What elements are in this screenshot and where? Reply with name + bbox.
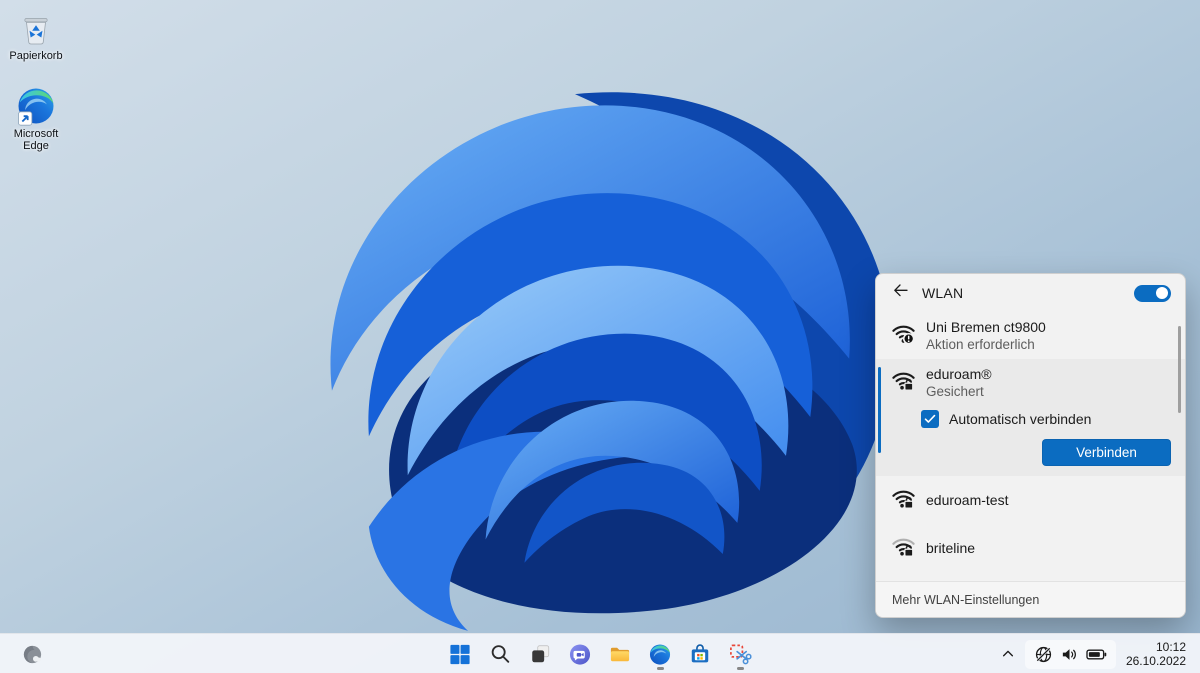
auto-connect-label: Automatisch verbinden: [949, 411, 1091, 427]
start-button[interactable]: [442, 636, 479, 672]
show-hidden-icons-button[interactable]: [995, 639, 1021, 669]
wifi-warning-icon: [890, 320, 917, 352]
wifi-network-item[interactable]: eduroam-test: [876, 476, 1185, 524]
weather-moon-cloud-icon: [21, 643, 44, 666]
snipping-tool-icon: [729, 643, 752, 666]
wlan-panel-title: WLAN: [922, 285, 963, 301]
system-tray-network-volume-battery[interactable]: [1025, 640, 1116, 669]
windows-logo-icon: [449, 643, 472, 666]
volume-icon: [1060, 645, 1079, 664]
task-view-button[interactable]: [522, 636, 559, 672]
clock-time: 10:12: [1126, 640, 1186, 654]
file-explorer-icon: [609, 643, 632, 666]
network-ssid: Uni Bremen ct9800: [926, 319, 1046, 336]
desktop-icon-label: Microsoft Edge: [4, 128, 68, 152]
auto-connect-row[interactable]: Automatisch verbinden: [921, 410, 1171, 428]
desktop-icon-microsoft-edge[interactable]: Microsoft Edge: [4, 86, 68, 152]
network-status: Aktion erforderlich: [926, 336, 1046, 353]
network-ssid: briteline: [926, 540, 975, 557]
clock-date: 26.10.2022: [1126, 654, 1186, 668]
panel-scrollbar[interactable]: [1178, 326, 1181, 413]
chevron-up-icon: [1001, 647, 1015, 661]
battery-icon: [1086, 645, 1107, 664]
snipping-tool-button[interactable]: [722, 636, 759, 672]
network-ssid: eduroam-test: [926, 492, 1008, 509]
open-app-indicator: [657, 667, 664, 670]
wifi-lock-icon: [890, 533, 917, 565]
wifi-toggle-knob: [1156, 287, 1168, 299]
wifi-lock-icon: [890, 367, 917, 399]
widgets-weather-button[interactable]: [14, 636, 51, 672]
selection-accent-bar: [878, 367, 881, 453]
recycle-bin-icon: [16, 8, 56, 48]
search-button[interactable]: [482, 636, 519, 672]
search-icon: [489, 643, 511, 665]
wlan-panel-header: WLAN: [876, 274, 1185, 312]
edge-logo-icon: [16, 86, 56, 126]
auto-connect-checkbox[interactable]: [921, 410, 939, 428]
desktop-icon-label: Papierkorb: [9, 50, 62, 62]
edge-icon: [649, 643, 672, 666]
wifi-toggle[interactable]: [1134, 285, 1171, 302]
task-view-icon: [529, 643, 551, 665]
taskbar: 10:12 26.10.2022: [0, 633, 1200, 673]
wifi-network-item[interactable]: Uni Bremen ct9800 Aktion erforderlich: [876, 312, 1185, 359]
globe-no-internet-icon: [1034, 645, 1053, 664]
wifi-lock-icon: [890, 485, 917, 517]
taskbar-clock[interactable]: 10:12 26.10.2022: [1120, 640, 1196, 668]
wifi-network-item[interactable]: briteline: [876, 524, 1185, 572]
open-app-indicator: [737, 667, 744, 670]
more-wlan-settings-link[interactable]: Mehr WLAN-Einstellungen: [876, 581, 1185, 617]
file-explorer-button[interactable]: [602, 636, 639, 672]
desktop: { "desktop": { "icons": [ { "label": "Pa…: [0, 0, 1200, 673]
wlan-flyout-panel: WLAN Uni Bremen ct9800 Aktion erforderli…: [875, 273, 1186, 618]
chat-button[interactable]: [562, 636, 599, 672]
store-button[interactable]: [682, 636, 719, 672]
wallpaper-bloom: [225, 10, 925, 645]
desktop-icon-recycle-bin[interactable]: Papierkorb: [4, 8, 68, 62]
network-ssid: eduroam®: [926, 366, 992, 383]
network-status: Gesichert: [926, 383, 992, 400]
chat-icon: [569, 643, 592, 666]
store-icon: [689, 643, 712, 666]
back-arrow-icon[interactable]: [893, 284, 909, 302]
edge-button[interactable]: [642, 636, 679, 672]
connect-button[interactable]: Verbinden: [1042, 439, 1171, 466]
wifi-network-item-selected[interactable]: eduroam® Gesichert Automatisch verbinden…: [876, 359, 1185, 476]
